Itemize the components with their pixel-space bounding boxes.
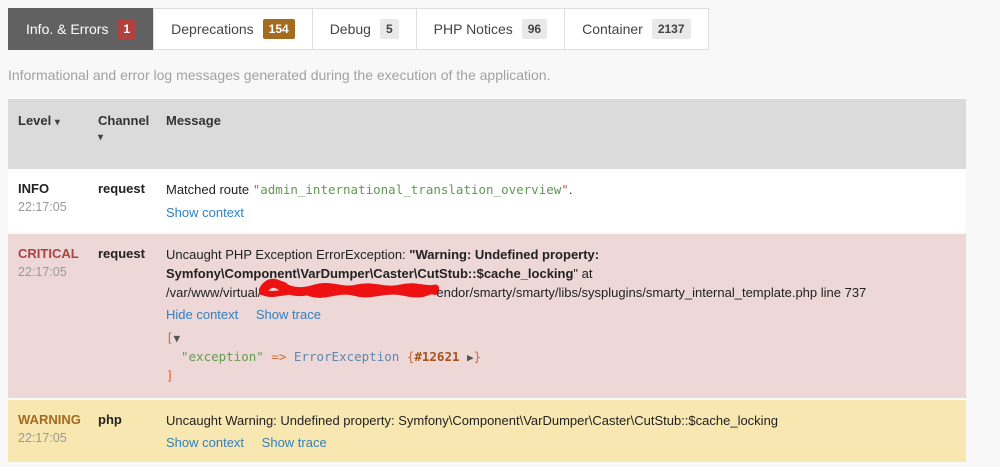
log-message: Uncaught Warning: Undefined property: Sy… [166, 412, 779, 428]
tab-container[interactable]: Container 2137 [564, 8, 709, 50]
dump-key: "exception" [181, 349, 264, 365]
tab-info-errors-label: Info. & Errors [26, 21, 109, 37]
redaction-scribble [258, 278, 440, 306]
log-channel: php [98, 411, 122, 427]
show-context-link[interactable]: Show context [166, 435, 244, 450]
column-header-message-label: Message [166, 113, 221, 128]
tab-php-notices-count-badge: 96 [521, 19, 548, 39]
column-header-level[interactable]: Level ▾ [8, 99, 88, 169]
tab-container-label: Container [582, 21, 643, 37]
tab-container-count-badge: 2137 [651, 19, 691, 39]
tab-info-errors[interactable]: Info. & Errors 1 [8, 8, 155, 50]
log-channel: request [98, 181, 145, 196]
tab-deprecations-count-badge: 154 [262, 19, 295, 39]
panel-description: Informational and error log messages gen… [8, 67, 551, 83]
show-trace-link[interactable]: Show trace [262, 435, 327, 450]
sort-arrow-icon: ▾ [54, 117, 60, 128]
tab-deprecations-label: Deprecations [171, 21, 254, 37]
tab-deprecations[interactable]: Deprecations 154 [153, 8, 313, 50]
dump-collapse-toggle-icon[interactable]: ▼ [174, 332, 181, 345]
log-level: INFO [18, 181, 50, 196]
log-message: Matched route "admin_international_trans… [166, 182, 573, 197]
log-message: Uncaught PHP Exception ErrorException: "… [166, 246, 956, 303]
show-trace-link[interactable]: Show trace [256, 307, 321, 322]
log-table: Level ▾ Channel ▾ Message INFO 22:17:05 … [8, 99, 966, 464]
dump-object-ref: #12621 [414, 349, 460, 365]
dump-class-name: ErrorException [293, 349, 400, 365]
log-time: 22:17:05 [18, 200, 67, 214]
log-row-critical: CRITICAL 22:17:05 request Uncaught PHP E… [8, 232, 966, 399]
hide-context-link[interactable]: Hide context [166, 307, 238, 322]
tab-debug-label: Debug [329, 21, 371, 37]
exception-file-path: /var/www/virtual/endor/smarty/smarty/lib… [166, 278, 866, 300]
tab-php-notices-label: PHP Notices [433, 21, 513, 37]
show-context-link[interactable]: Show context [166, 205, 244, 220]
log-level: WARNING [18, 411, 81, 427]
column-header-channel-label: Channel [98, 113, 150, 128]
log-row-warning: WARNING 22:17:05 php Uncaught Warning: U… [8, 398, 966, 464]
tab-info-errors-count-badge: 1 [117, 19, 137, 39]
tab-debug[interactable]: Debug 5 [311, 8, 417, 50]
dump-expand-toggle-icon[interactable]: ▶ [467, 351, 474, 364]
context-var-dump: [▼ "exception" => ErrorException {#12621… [166, 330, 482, 383]
tab-debug-count-badge: 5 [379, 19, 399, 39]
log-category-tabs: Info. & Errors 1 Deprecations 154 Debug … [8, 8, 1000, 50]
column-header-message: Message [156, 99, 966, 169]
sort-arrow-icon: ▾ [98, 132, 104, 143]
log-row-info: INFO 22:17:05 request Matched route "adm… [8, 169, 966, 233]
log-time: 22:17:05 [18, 430, 67, 445]
log-time: 22:17:05 [18, 264, 67, 279]
column-header-channel[interactable]: Channel ▾ [88, 99, 156, 169]
log-level: CRITICAL [18, 245, 79, 261]
matched-route-name: admin_international_translation_overview [260, 182, 562, 197]
column-header-level-label: Level [18, 113, 52, 128]
tab-php-notices[interactable]: PHP Notices 96 [415, 8, 566, 50]
log-table-header-row: Level ▾ Channel ▾ Message [8, 99, 966, 169]
log-channel: request [98, 245, 145, 261]
